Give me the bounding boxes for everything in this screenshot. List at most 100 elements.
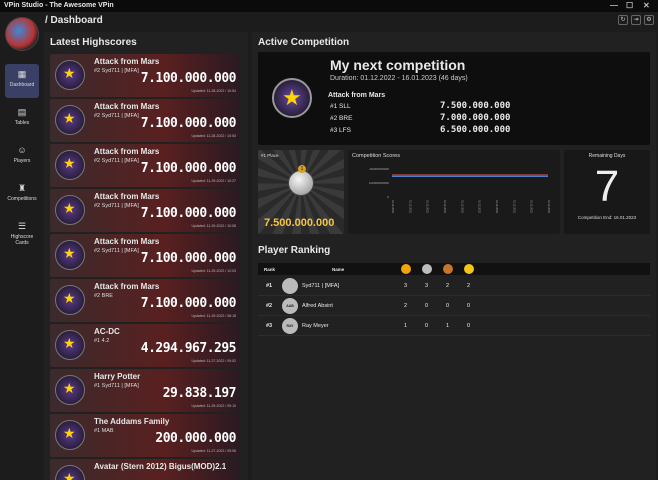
- first-place-label: #1 Place: [261, 153, 279, 158]
- x-tick-label: 01.12.2022: [391, 200, 395, 214]
- updated-label: Updated: 11-29-2022 / 10:27: [191, 179, 237, 183]
- remaining-value: 7: [594, 162, 620, 211]
- competition-banner[interactable]: ★ My next competition Duration: 01.12.20…: [258, 52, 650, 145]
- table-logo: ★: [55, 285, 85, 315]
- table-name: Attack from Mars: [94, 237, 160, 246]
- latest-highscores-panel: Latest Highscores ★ Attack from Mars #2 Sy…: [44, 32, 248, 480]
- player-name: Alfred Absint: [302, 303, 333, 309]
- y-tick-label: 110000000000: [369, 167, 389, 171]
- updated-label: Updated: 11-28-2022 / 10:53: [191, 134, 237, 138]
- exit-icon[interactable]: ⇥: [631, 15, 641, 25]
- medal-count: 2: [446, 283, 450, 289]
- score-value: 7.100.000.000: [140, 71, 237, 86]
- nav-item-tables[interactable]: ▤ Tables: [5, 102, 39, 136]
- updated-label: Updated: 11-28-2022 / 10:54: [191, 89, 237, 93]
- first-place-widget: #1 Place 1 7.500.000.000: [258, 150, 344, 234]
- highscore-card[interactable]: ★ AC-DC #1 4.2 4.294.967.295 Updated: 11-27-…: [50, 324, 240, 367]
- ranking-row[interactable]: #3 RAY Ray Meyer 1 0 1 0: [258, 316, 650, 336]
- highscore-card[interactable]: ★ Attack from Mars #2 Syd711 | [MFA] 7.100.…: [50, 144, 240, 187]
- medal-count: 2: [467, 283, 471, 289]
- player-name: Syd711 | [MFA]: [302, 283, 340, 289]
- x-tick-label: 01.12.2022: [443, 200, 447, 214]
- close-icon[interactable]: ✕: [643, 0, 650, 12]
- table-name: Attack from Mars: [94, 192, 160, 201]
- silver-medal-icon: [422, 264, 432, 274]
- medal-count: 0: [467, 303, 471, 309]
- highscore-card[interactable]: ★ Harry Potter #1 Syd711 | [MFA] 29.838.197…: [50, 369, 240, 412]
- medal-count: 3: [425, 283, 429, 289]
- x-tick-label: 01.12.2022: [512, 200, 516, 214]
- highscore-card[interactable]: ★ Attack from Mars #2 Syd711 | [MFA] 7.100.…: [50, 54, 240, 97]
- ranking-row[interactable]: #1 Syd711 | [MFA] 3 3 2 2: [258, 276, 650, 296]
- star-icon: ★: [63, 65, 76, 81]
- highscore-card[interactable]: ★ Attack from Mars #2 Syd711 | [MFA] 7.100.…: [50, 99, 240, 142]
- ranking-row[interactable]: #2 AAB Alfred Absint 2 0 0 0: [258, 296, 650, 316]
- competition-end: Competition End: 16.01.2023: [577, 215, 637, 220]
- star-icon: ★: [63, 290, 76, 306]
- score-value: 7.100.000.000: [140, 206, 237, 221]
- score-value: 7.100.000.000: [140, 161, 237, 176]
- score-value: 7.100.000.000: [140, 296, 237, 311]
- rank-header: Rank: [264, 267, 276, 272]
- nav-label: Players: [13, 158, 31, 164]
- medal-count: 1: [446, 323, 450, 329]
- table-name: Attack from Mars: [94, 102, 160, 111]
- nav-item-highscore-cards[interactable]: ☰ Highscore Cards: [5, 216, 39, 250]
- minimize-icon[interactable]: —: [610, 0, 618, 12]
- x-tick-label: 01.12.2022: [530, 200, 534, 214]
- user-avatar[interactable]: [5, 17, 39, 51]
- highscore-card[interactable]: ★ Attack from Mars #2 Syd711 | [MFA] 7.100.…: [50, 234, 240, 277]
- player-avatar: [282, 278, 298, 294]
- refresh-icon[interactable]: ↻: [618, 15, 628, 25]
- table-name: Harry Potter: [94, 372, 141, 381]
- nav-item-dashboard[interactable]: ▦ Dashboard: [5, 64, 39, 98]
- x-tick-label: 01.12.2022: [547, 200, 551, 214]
- competition-duration: Duration: 01.12.2022 - 16.01.2023 (46 da…: [330, 75, 468, 82]
- list-icon: ☰: [17, 221, 27, 231]
- player-entry: #1 MAB: [94, 428, 114, 434]
- table-logo: ★: [55, 150, 85, 180]
- nav-label: Competitions: [7, 196, 37, 202]
- medal-count: 2: [404, 303, 408, 309]
- player-ranking: Player Ranking Rank Name #1 Syd711 | [MFA…: [258, 245, 650, 475]
- nav-item-competitions[interactable]: ♜ Competitions: [5, 178, 39, 212]
- highscore-card[interactable]: ★ Attack from Mars #2 Syd711 | [MFA] 7.100.…: [50, 189, 240, 232]
- updated-label: Updated: 11-27-2022 / 09:06: [191, 449, 237, 453]
- nav-item-players[interactable]: ☺ Players: [5, 140, 39, 174]
- medal-count: 0: [446, 303, 450, 309]
- star-icon: ★: [63, 425, 76, 441]
- medal-count: 0: [425, 303, 429, 309]
- name-header: Name: [332, 267, 345, 272]
- maximize-icon[interactable]: ☐: [626, 0, 633, 12]
- ranking-header: Rank Name: [258, 263, 650, 275]
- highscore-card[interactable]: ★ The Addams Family #1 MAB 200.000.000 Updat…: [50, 414, 240, 457]
- x-tick-label: 01.12.2022: [408, 200, 412, 214]
- table-logo: ★: [55, 330, 85, 360]
- bronze-medal-icon: [443, 264, 453, 274]
- highscore-card[interactable]: ★ Attack from Mars #2 BRE 7.100.000.000 Upda…: [50, 279, 240, 322]
- competition-table-name: Attack from Mars: [328, 92, 386, 99]
- remaining-days-widget: Remaining Days 7 Competition End: 16.01.…: [564, 150, 650, 234]
- star-icon: ★: [63, 155, 76, 171]
- gold-medal-icon: [401, 264, 411, 274]
- player-entry: #2 Syd711 | [MFA]: [94, 113, 139, 119]
- highscore-card[interactable]: ★ Avatar (Stern 2012) Bigus(MOD)2.1: [50, 459, 240, 480]
- first-place-score: 7.500.000.000: [264, 217, 335, 229]
- star-icon: ★: [282, 85, 302, 110]
- title-bar: VPin Studio - The Awesome VPin — ☐ ✕: [0, 0, 658, 12]
- nav-label: Dashboard: [9, 82, 35, 88]
- rank-value: #3: [266, 323, 273, 329]
- table-logo: ★: [55, 240, 85, 270]
- star-icon: ★: [63, 470, 76, 480]
- competition-rank-row: #3 LFS 6.500.000.000: [330, 125, 510, 135]
- table-name: AC-DC: [94, 327, 120, 336]
- nav-label: Highscore Cards: [10, 234, 34, 246]
- competition-name: My next competition: [330, 57, 466, 73]
- breadcrumb: / Dashboard: [45, 15, 103, 26]
- table-logo: ★: [55, 60, 85, 90]
- score-value: 7.100.000.000: [140, 251, 237, 266]
- sidebar-nav: ▦ Dashboard ▤ Tables ☺ Players ♜ Competitions ☰ H…: [0, 60, 44, 254]
- nav-label: Tables: [14, 120, 30, 126]
- y-tick-label: 100000000000: [369, 181, 389, 185]
- settings-icon[interactable]: ⚙: [644, 15, 654, 25]
